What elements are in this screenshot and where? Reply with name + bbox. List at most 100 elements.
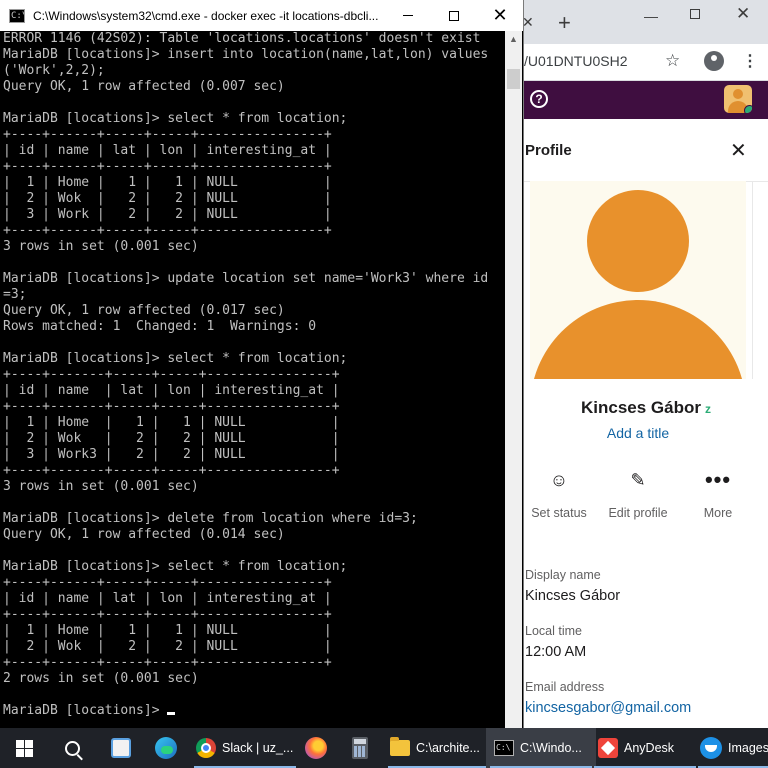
console-line: +----+------+-----+-----+---------------… [3,607,332,622]
local-time-label: Local time [525,624,582,638]
tab-close-icon[interactable]: ✕ [524,14,534,31]
console-line: Rows matched: 1 Changed: 1 Warnings: 0 [3,319,317,334]
console-line: | id | name | lat | lon | interesting_at… [3,383,340,398]
cmd-title-bar[interactable]: C:\ C:\Windows\system32\cmd.exe - docker… [0,0,523,31]
profile-photo[interactable] [530,181,746,379]
cmd-close-button[interactable]: ✕ [477,0,523,31]
taskbar-firefox-button[interactable] [296,728,336,768]
set-status-button[interactable]: ☺ Set status [524,466,594,520]
profile-name-text: Kincses Gábor [581,398,701,417]
scrollbar-thumb[interactable] [507,69,520,89]
console-line: +----+-------+-----+-----+--------------… [3,399,340,414]
smiley-icon: ☺ [549,470,569,490]
local-time-value: 12:00 AM [525,644,587,660]
console-line: | 1 | Home | 1 | 1 | NULL | [3,175,332,190]
console-prompt: MariaDB [locations]> [3,703,168,718]
avatar-head [733,89,743,99]
console-line: 2 rows in set (0.001 sec) [3,671,199,686]
more-button[interactable]: ••• More [683,466,753,520]
console-line: +----+------+-----+-----+---------------… [3,575,332,590]
taskbar-app-button[interactable] [100,728,142,768]
docker-task-label: Images [728,741,768,755]
console-prompt-line[interactable]: MariaDB [locations]> [3,703,503,719]
folder-icon [390,737,410,756]
browser-maximize-button[interactable] [690,9,700,19]
browser-close-button[interactable]: ✕ [736,4,750,24]
avatar-body [530,300,746,379]
console-line: | 2 | Wok | 2 | 2 | NULL | [3,191,332,206]
slack-top-bar: ? [524,81,768,119]
search-button[interactable] [48,728,96,768]
taskbar: Slack | uz_... C:\archite... C:\ C:\Wind… [0,728,768,768]
close-profile-icon[interactable]: ✕ [730,138,747,162]
cmd-maximize-button[interactable] [431,0,477,31]
console-line: +----+------+-----+-----+---------------… [3,223,332,238]
console-line: | 2 | Wok | 2 | 2 | NULL | [3,639,332,654]
browser-toolbar: /U01DNTU0SH2 ☆ ⋮ [524,44,768,81]
cmd-icon: C:\ [494,740,514,756]
taskbar-docker-button[interactable]: Images [694,728,768,768]
console-line: MariaDB [locations]> select * from locat… [3,351,348,366]
firefox-icon [305,737,327,759]
console-line: ERROR 1146 (42S02): Table 'locations.loc… [3,31,481,46]
user-avatar[interactable] [724,85,752,113]
console-line: MariaDB [locations]> update location set… [3,271,489,286]
browser-tab-bar: ✕ + — ✕ [524,0,768,44]
cmd-app-icon: C:\ [9,8,25,23]
taskbar-anydesk-button[interactable]: AnyDesk [590,728,700,768]
taskbar-explorer-button[interactable]: C:\archite... [384,728,490,768]
profile-header: Profile ✕ [524,119,768,182]
console-line: +----+------+-----+-----+---------------… [3,127,332,142]
console-line: +----+------+-----+-----+---------------… [3,159,332,174]
display-name-label: Display name [525,568,601,582]
edit-profile-button[interactable]: ✎ Edit profile [603,466,673,520]
cmd-console-output[interactable]: ERROR 1146 (42S02): Table 'locations.loc… [3,31,503,728]
profile-title: Profile [525,142,572,159]
edge-icon [155,737,177,759]
scroll-up-icon[interactable]: ▲ [505,31,522,48]
pencil-icon: ✎ [630,470,646,490]
taskbar-edge-button[interactable] [146,728,186,768]
new-tab-button[interactable]: + [558,10,571,36]
divider [752,181,753,379]
browser-minimize-button[interactable]: — [644,8,658,24]
browser-profile-icon[interactable] [704,51,724,71]
console-line: +----+------+-----+-----+---------------… [3,655,332,670]
console-line: MariaDB [locations]> insert into locatio… [3,47,489,62]
chrome-task-label: Slack | uz_... [222,741,294,755]
console-line: MariaDB [locations]> select * from locat… [3,559,348,574]
close-icon: ✕ [492,4,508,26]
bookmark-star-icon[interactable]: ☆ [665,51,680,71]
anydesk-task-label: AnyDesk [624,741,675,755]
start-button[interactable] [0,728,48,768]
text-cursor [167,712,176,715]
taskbar-chrome-button[interactable]: Slack | uz_... [190,728,300,768]
console-line: | 3 | Work3 | 2 | 2 | NULL | [3,447,340,462]
minimize-icon [403,15,413,16]
console-line: | 2 | Wok | 2 | 2 | NULL | [3,431,340,446]
help-icon[interactable]: ? [530,90,548,108]
cmd-scrollbar[interactable]: ▲ [505,31,522,728]
taskbar-calculator-button[interactable] [340,728,380,768]
search-icon [64,740,80,756]
taskbar-cmd-button[interactable]: C:\ C:\Windo... [486,728,596,768]
add-title-link[interactable]: Add a title [524,425,752,441]
console-line: | id | name | lat | lon | interesting_at… [3,143,332,158]
profile-name: Kincses Gábor z [524,398,768,418]
console-line: | id | name | lat | lon | interesting_at… [3,591,332,606]
more-label: More [703,506,733,520]
email-link[interactable]: kincsesgabor@gmail.com [525,700,691,716]
address-bar[interactable]: /U01DNTU0SH2 [524,53,627,69]
set-status-label: Set status [531,506,587,520]
console-line: 3 rows in set (0.001 sec) [3,239,199,254]
console-line: MariaDB [locations]> select * from locat… [3,111,348,126]
browser-menu-icon[interactable]: ⋮ [742,51,758,71]
avatar-head [587,190,689,292]
cmd-minimize-button[interactable] [385,0,431,31]
